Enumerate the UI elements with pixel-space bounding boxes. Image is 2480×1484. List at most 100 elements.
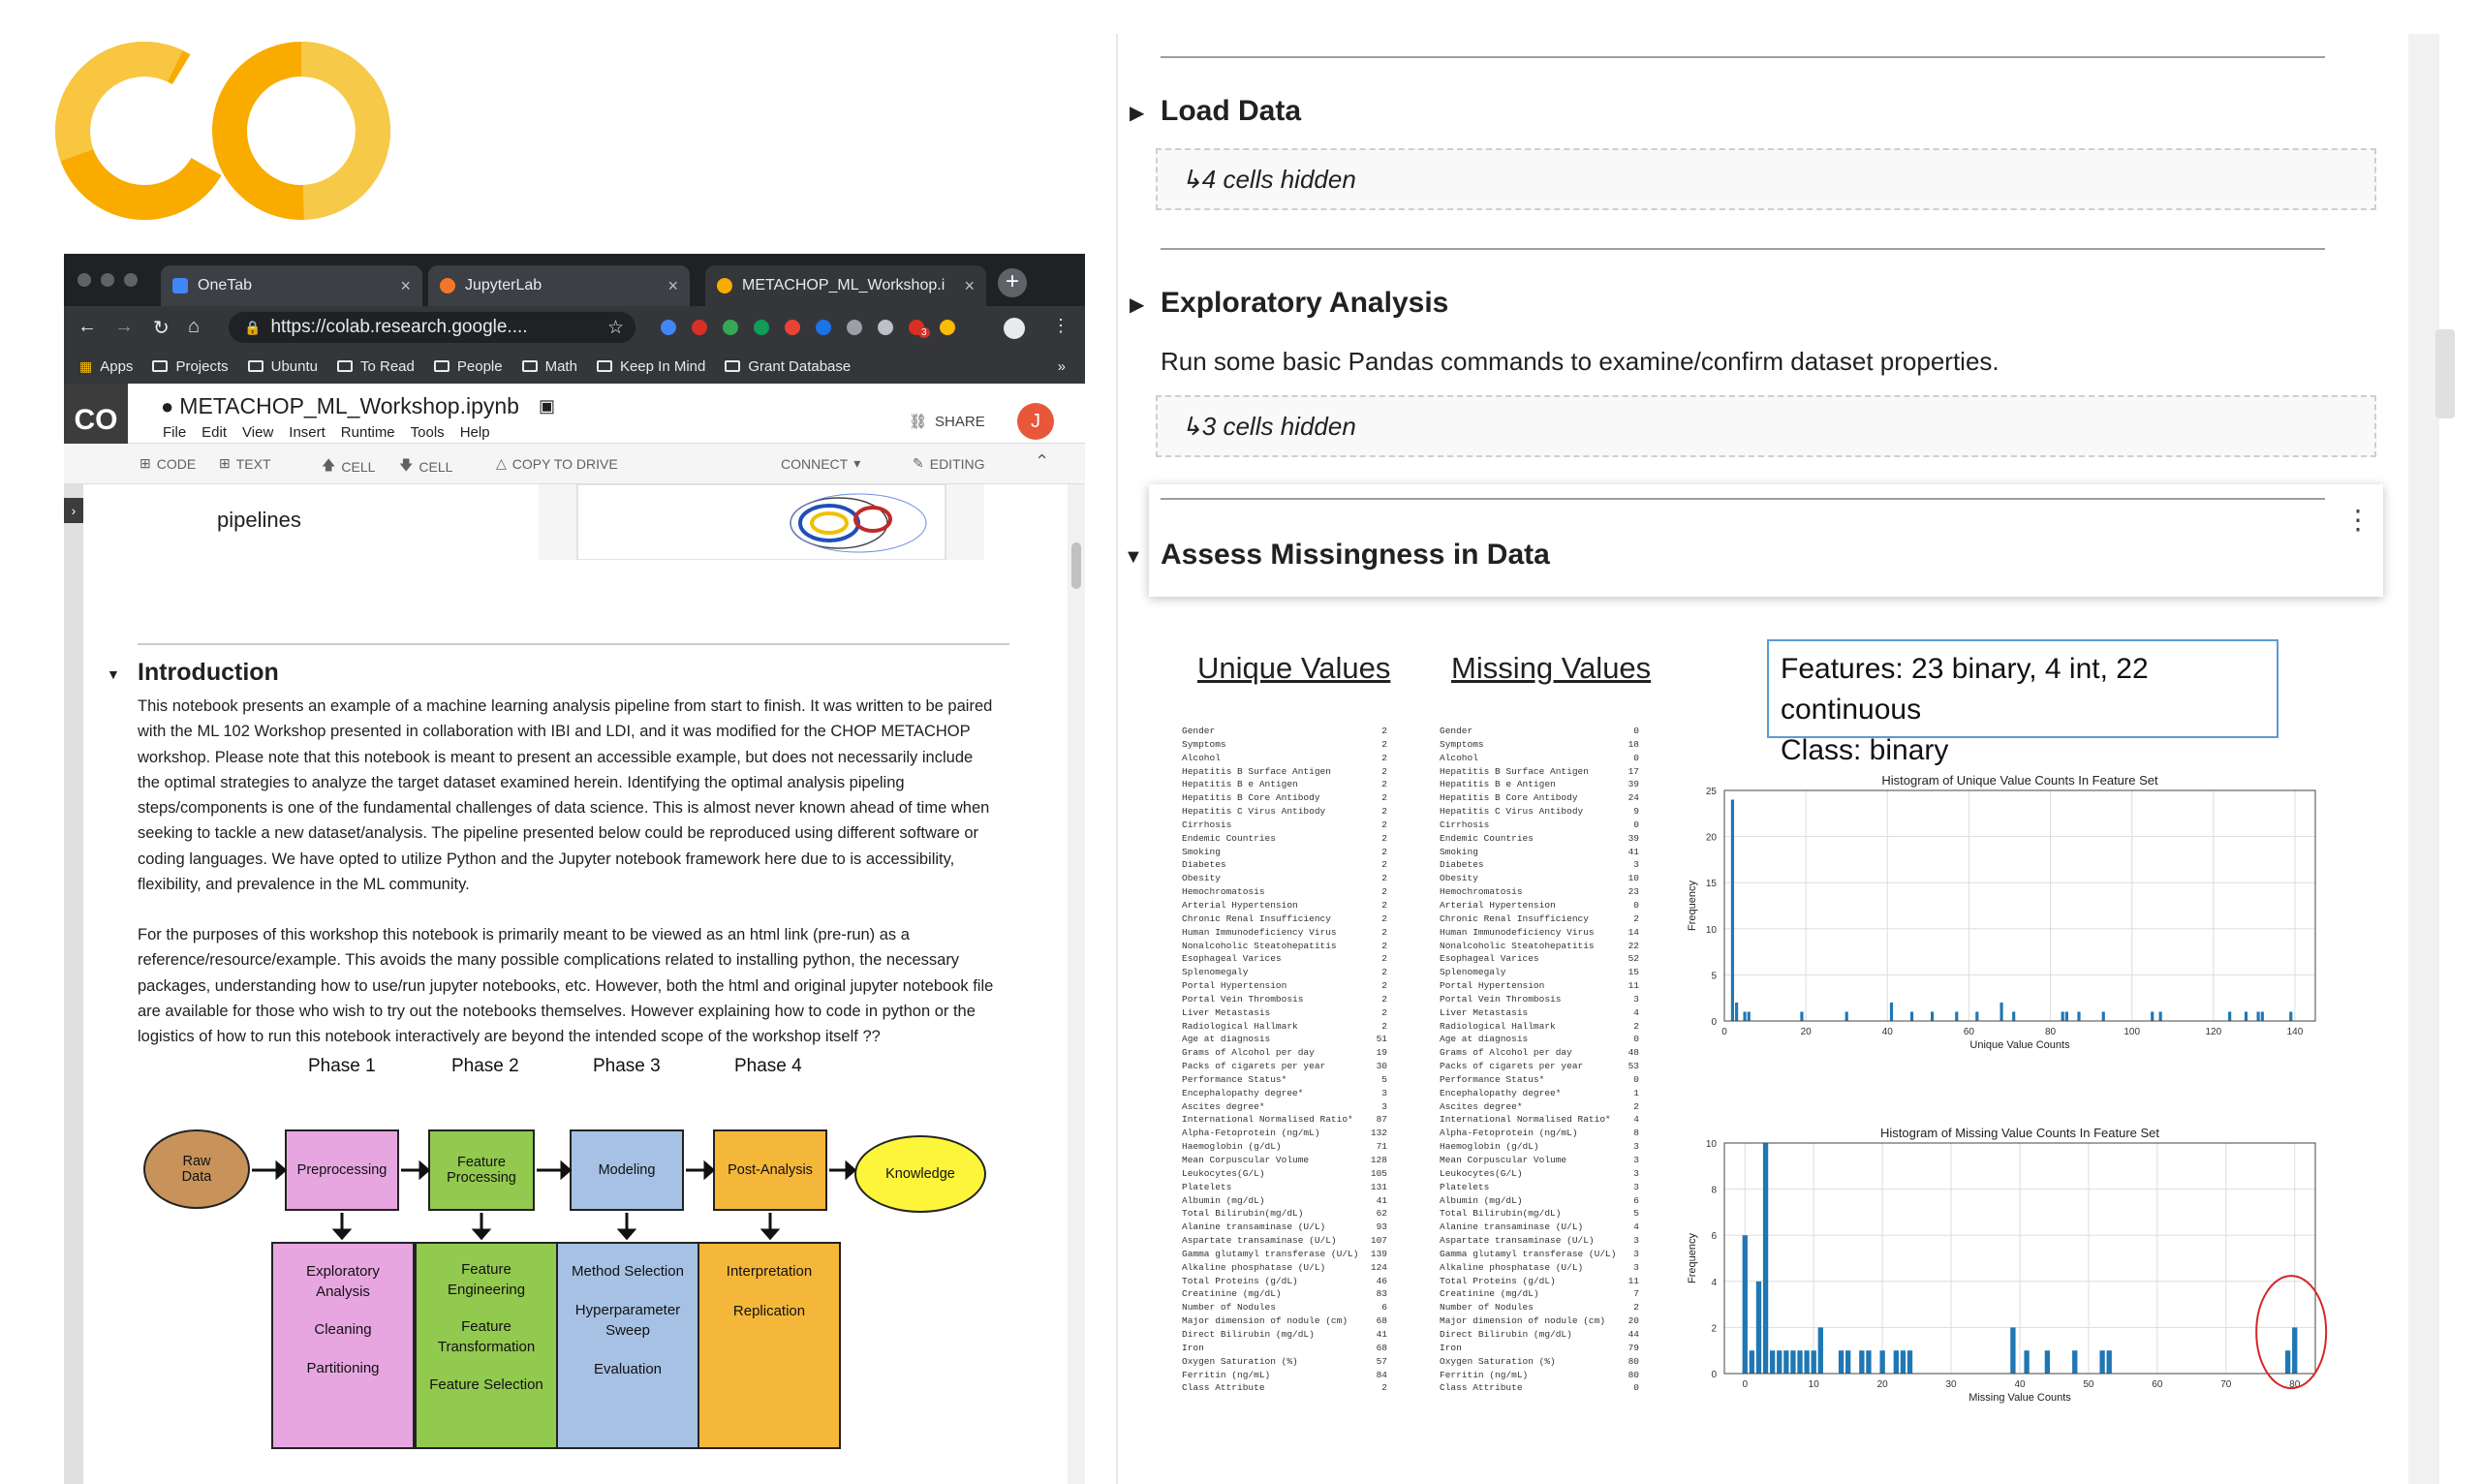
url-field[interactable]: 🔒 https://colab.research.google.... ☆ (229, 312, 636, 343)
feature-name: Platelets (1182, 1181, 1232, 1192)
menu-view[interactable]: View (242, 424, 273, 441)
feature-name: Albumin (mg/dL) (1440, 1194, 1523, 1206)
colab-logo (55, 42, 390, 220)
collapse-section-icon[interactable]: ▼ (107, 666, 120, 682)
missing-count: 79 (1628, 1342, 1639, 1353)
connect-button[interactable]: CONNECT ▾ (781, 455, 860, 472)
unique-count: 2 (1381, 940, 1387, 951)
feature-name: Ferritin (ng/mL) (1440, 1369, 1529, 1380)
scrollbar-track[interactable] (1068, 484, 1085, 1484)
histogram-bar (2099, 1350, 2105, 1374)
feature-name: Packs of cigarets per year (1440, 1061, 1584, 1072)
x-tick-label: 20 (1801, 1027, 1813, 1037)
bookmark-apps[interactable]: ▦ Apps (79, 358, 133, 375)
menu-dots-icon[interactable]: ⋮ (1052, 316, 1070, 336)
bookmark-label: To Read (360, 357, 415, 375)
missing-count: 39 (1628, 832, 1639, 844)
colab-toolbar: ⊞ CODE ⊞ TEXT 🡅 CELL 🡇 CELL △ COPY TO DRIVE C… (64, 444, 1085, 484)
more-bookmarks-icon[interactable]: » (1058, 358, 1066, 375)
share-button[interactable]: ⛓ SHARE (909, 413, 985, 431)
histogram-bar (1838, 1350, 1844, 1374)
cell-more-options-icon[interactable]: ⋮ (2344, 504, 2372, 536)
menu-tools[interactable]: Tools (411, 424, 445, 441)
close-tab-icon[interactable]: × (400, 276, 411, 296)
menu-edit[interactable]: Edit (202, 424, 227, 441)
bookmark-folder[interactable]: Ubuntu (247, 358, 318, 375)
histogram-bar (2024, 1350, 2030, 1374)
expand-section-icon[interactable]: ▶ (1130, 293, 1144, 317)
adblock-icon[interactable] (692, 320, 707, 335)
missing-count: 3 (1633, 1167, 1639, 1179)
move-cell-down-button[interactable]: 🡇 CELL (399, 455, 452, 479)
back-icon[interactable]: ← (78, 316, 97, 338)
add-text-button[interactable]: ⊞ TEXT (219, 455, 271, 472)
extension-icon[interactable] (878, 320, 893, 335)
expand-sidebar-icon[interactable]: › (64, 498, 83, 523)
forward-icon[interactable]: → (114, 316, 134, 338)
feature-name: Class Attribute (1182, 1382, 1265, 1394)
bookmark-star-icon[interactable]: ☆ (607, 317, 624, 339)
extension-icon[interactable] (723, 320, 738, 335)
new-tab-button[interactable]: + (998, 268, 1027, 297)
emoji-icon[interactable] (940, 320, 955, 335)
reload-icon[interactable]: ↻ (153, 316, 170, 340)
menu-help[interactable]: Help (460, 424, 490, 441)
close-window-icon[interactable] (78, 273, 91, 287)
menu-file[interactable]: File (163, 424, 186, 441)
scrollbar-thumb[interactable] (1071, 542, 1081, 589)
bookmark-folder[interactable]: Keep In Mind (596, 358, 705, 375)
move-cell-up-button[interactable]: 🡅 CELL (322, 455, 375, 479)
arrow-up-icon: 🡅 (322, 457, 336, 473)
bookmark-folder[interactable]: Projects (152, 358, 229, 375)
right-scrollbar-thumb[interactable] (2435, 329, 2455, 418)
close-tab-icon[interactable]: × (667, 276, 678, 296)
unique-count: 87 (1376, 1114, 1387, 1126)
drive-icon[interactable] (847, 320, 862, 335)
tab-colab[interactable]: METACHOP_ML_Workshop.i × (705, 265, 986, 306)
histogram-bar (1790, 1350, 1796, 1374)
save-icon[interactable]: ▣ (539, 396, 555, 417)
menu-runtime[interactable]: Runtime (341, 424, 395, 441)
copy-to-drive-button[interactable]: △ COPY TO DRIVE (496, 455, 618, 472)
menu-insert[interactable]: Insert (289, 424, 326, 441)
histogram-bar (2044, 1350, 2051, 1374)
extension-icon[interactable] (785, 320, 800, 335)
expand-section-icon[interactable]: ▶ (1130, 101, 1144, 125)
github-icon: ● (161, 393, 174, 418)
tab-jupyterlab[interactable]: JupyterLab × (428, 265, 690, 306)
histogram-bar (2228, 1011, 2232, 1021)
exploratory-hidden-cells[interactable]: ↳3 cells hidden (1156, 395, 2376, 457)
phase-2-details: Feature Engineering Feature Transformati… (415, 1242, 558, 1449)
histogram-bar (1879, 1350, 1885, 1374)
feature-name: Chronic Renal Insufficiency (1182, 912, 1331, 924)
right-scrollbar-track[interactable] (2408, 34, 2439, 1484)
close-tab-icon[interactable]: × (964, 276, 975, 296)
avatar[interactable]: J (1017, 403, 1054, 440)
feature-name: Hepatitis B e Antigen (1440, 779, 1556, 790)
feature-name: Esophageal Varices (1440, 953, 1539, 965)
bookmark-folder[interactable]: Math (521, 358, 577, 375)
add-code-button[interactable]: ⊞ CODE (140, 455, 196, 472)
x-tick-label: 20 (1877, 1379, 1889, 1390)
grammarly-icon[interactable] (754, 320, 769, 335)
maximize-window-icon[interactable] (124, 273, 138, 287)
unique-count: 84 (1376, 1369, 1387, 1380)
bookmark-folder[interactable]: People (433, 358, 503, 375)
tab-onetab[interactable]: OneTab × (161, 265, 422, 306)
bookmark-folder[interactable]: Grant Database (725, 358, 851, 375)
unique-count: 2 (1381, 926, 1387, 938)
profile-icon[interactable] (1004, 318, 1025, 339)
minimize-window-icon[interactable] (101, 273, 114, 287)
home-icon[interactable]: ⌂ (188, 316, 200, 338)
cell-divider (1161, 56, 2325, 58)
collapse-section-icon[interactable]: ▼ (1124, 546, 1143, 569)
notebook-title[interactable]: ● METACHOP_ML_Workshop.ipynb ▣ (161, 393, 555, 419)
collapse-header-icon[interactable]: ⌃ (1035, 451, 1049, 472)
load-data-hidden-cells[interactable]: ↳4 cells hidden (1156, 148, 2376, 210)
extension-icon[interactable] (661, 320, 676, 335)
editing-mode-button[interactable]: ✎ EDITING (913, 455, 985, 472)
extension-icon[interactable] (816, 320, 831, 335)
feature-name: Portal Hypertension (1182, 980, 1287, 992)
bookmark-folder[interactable]: To Read (337, 358, 415, 375)
feature-name: Iron (1440, 1342, 1462, 1353)
